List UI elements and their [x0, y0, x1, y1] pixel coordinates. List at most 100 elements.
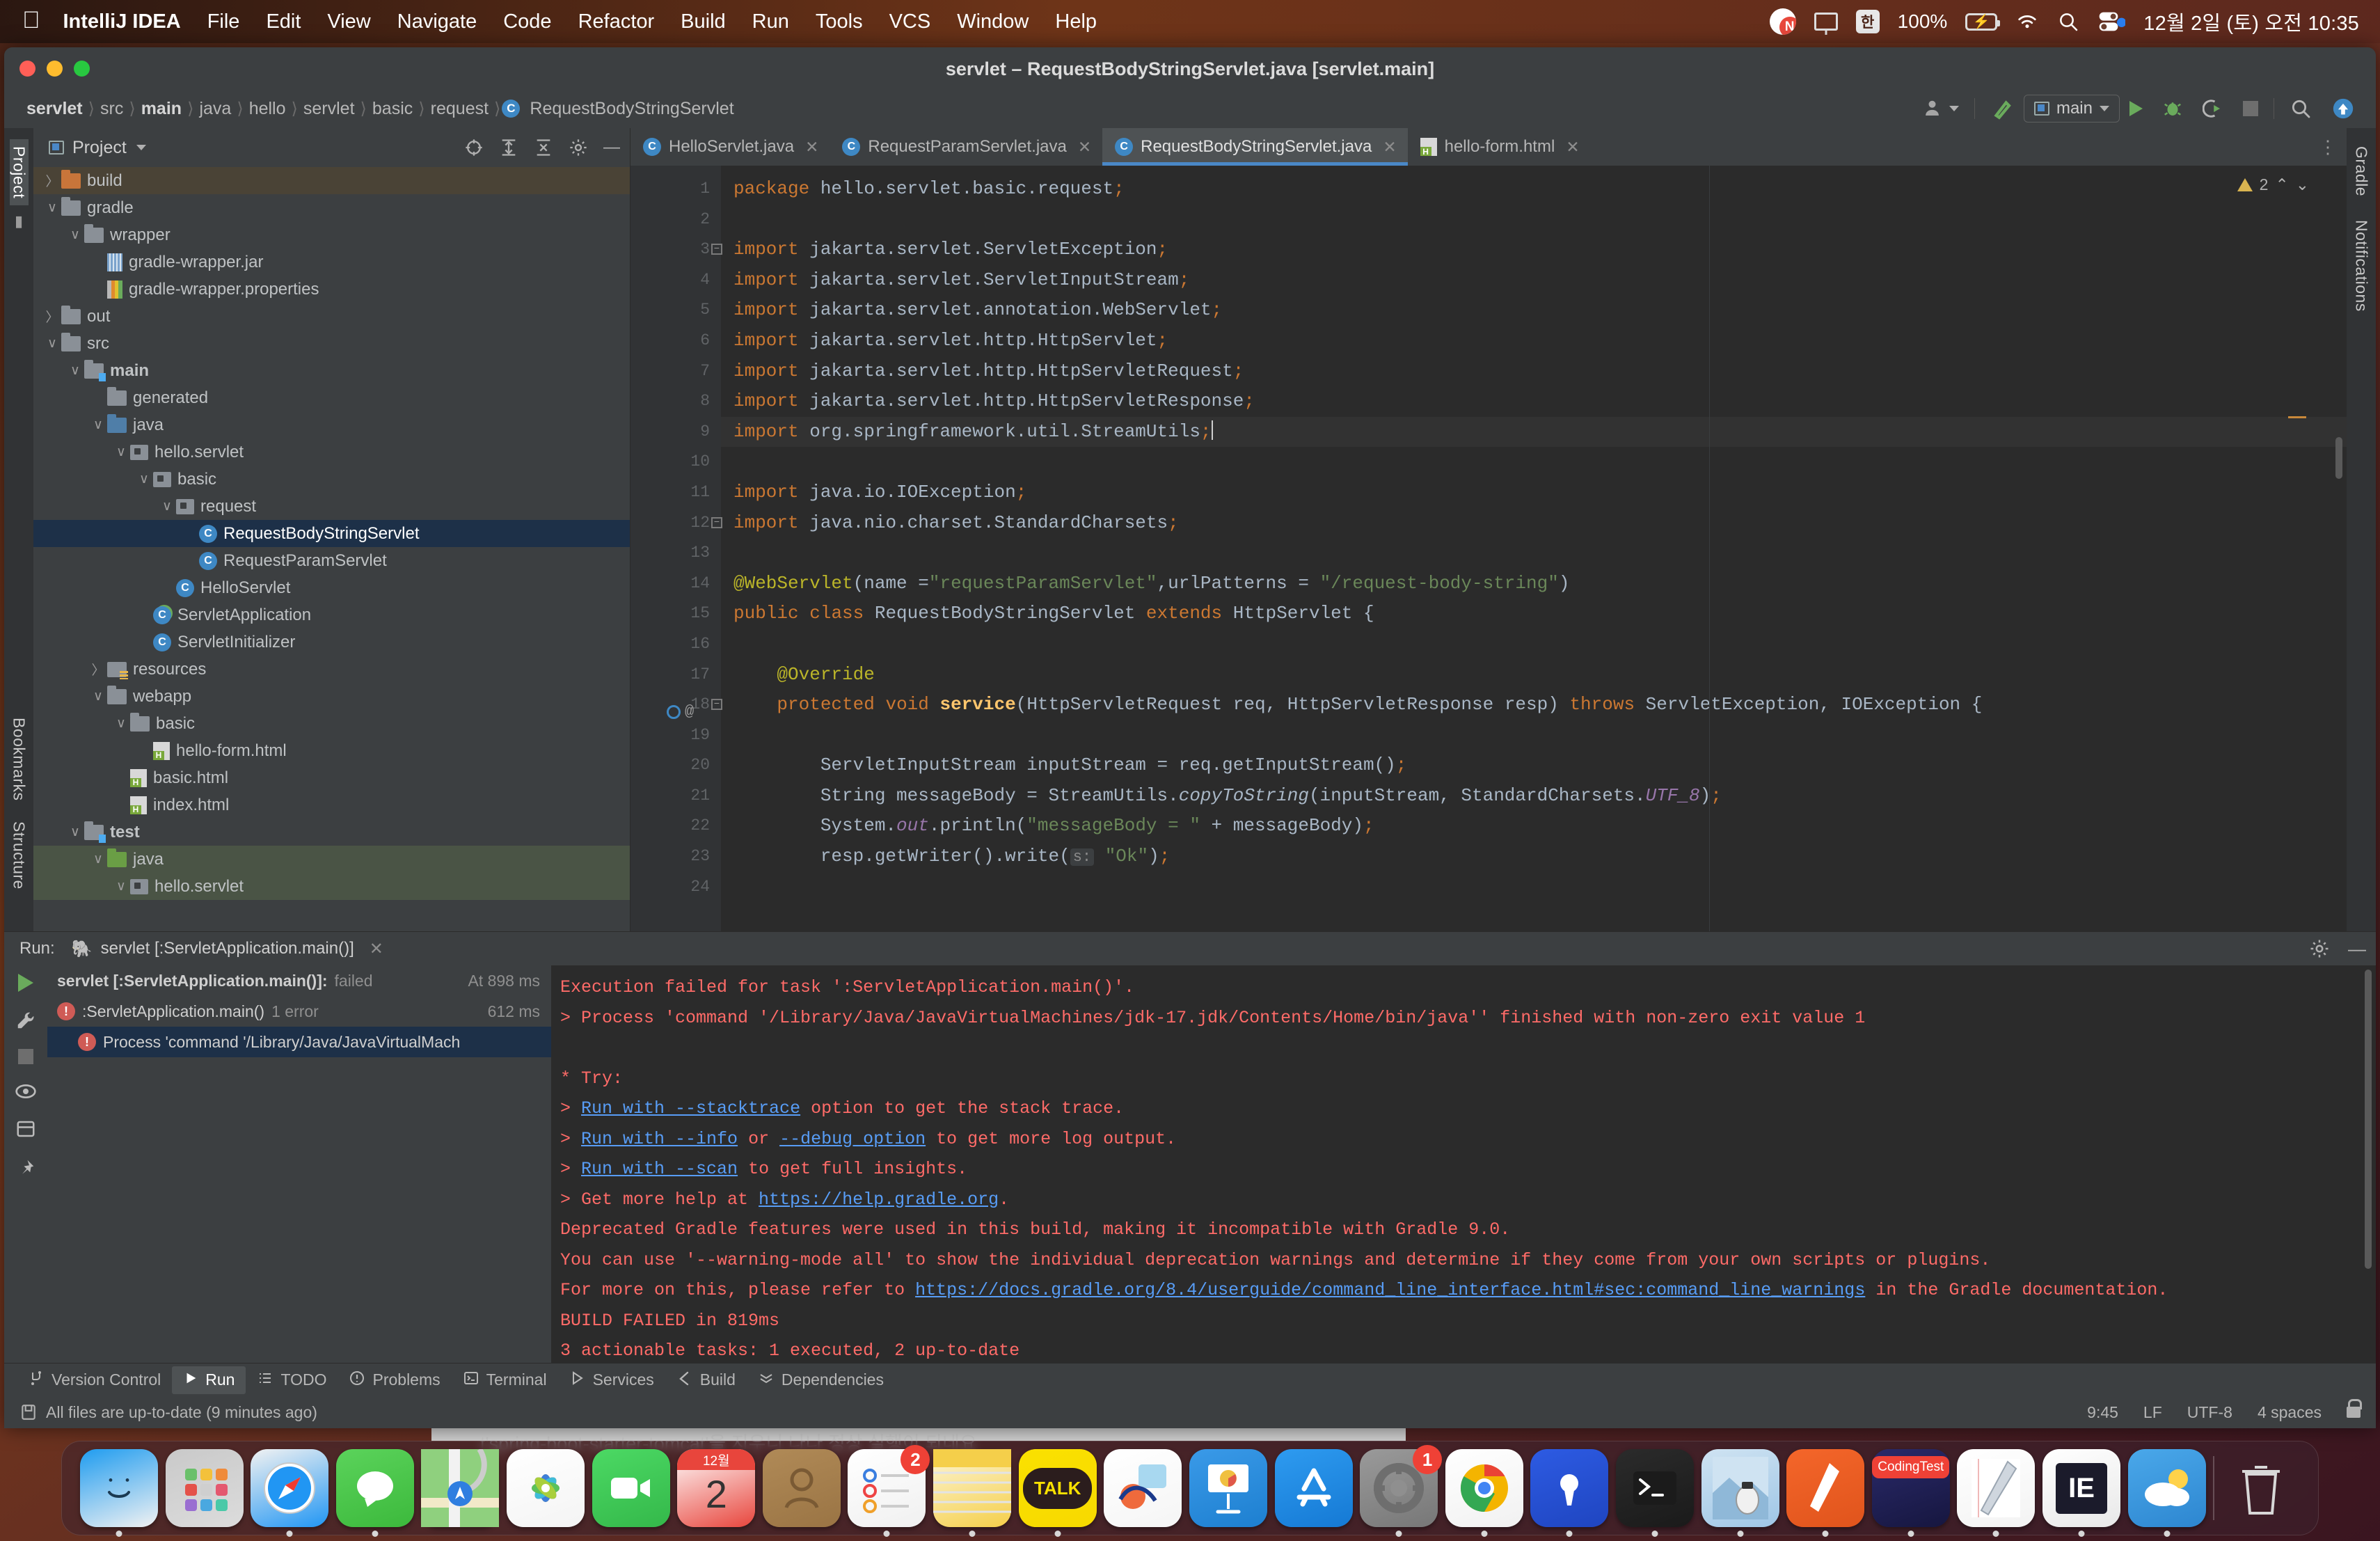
code-line[interactable]: import java.nio.charset.StandardCharsets… — [721, 508, 2347, 539]
code-line[interactable]: String messageBody = StreamUtils.copyToS… — [721, 781, 2347, 812]
freeform-icon[interactable] — [1104, 1449, 1182, 1527]
tree-node[interactable]: ∨ test — [33, 819, 630, 846]
chevron-right-icon[interactable]: 〉 — [43, 171, 61, 190]
inspection-widget[interactable]: 2 ⌃ ⌄ — [2237, 175, 2309, 194]
breadcrumb-basic[interactable]: basic — [368, 99, 417, 119]
code-line[interactable]: public class RequestBodyStringServlet ex… — [721, 599, 2347, 629]
tree-node[interactable]: ∨ main — [33, 357, 630, 384]
console-link[interactable]: Run with --info — [581, 1129, 738, 1149]
close-tab-icon[interactable]: ✕ — [1566, 138, 1579, 157]
search-everywhere-button[interactable] — [2280, 97, 2322, 120]
code-line[interactable] — [721, 720, 2347, 751]
sketch-pen-icon[interactable] — [1786, 1449, 1865, 1537]
locate-icon[interactable] — [464, 138, 484, 157]
chevron-up-icon[interactable]: ⌃ — [2275, 175, 2288, 194]
notability-icon[interactable] — [1957, 1449, 2036, 1537]
menu-item-run[interactable]: Run — [739, 10, 802, 33]
code-line[interactable] — [721, 205, 2347, 235]
editor-tab-options[interactable]: ⋮ — [2319, 128, 2347, 166]
breadcrumb-servlet-pkg[interactable]: servlet — [299, 99, 359, 119]
tree-node[interactable]: ∨ webapp — [33, 683, 630, 710]
console-link[interactable]: https://help.gradle.org — [759, 1190, 999, 1210]
run-tree-row[interactable]: !:ServletApplication.main() 1 error 612 ms — [47, 996, 551, 1027]
pin-icon[interactable] — [15, 1157, 36, 1178]
tree-node[interactable]: ∨ src — [33, 330, 630, 357]
trash-icon[interactable] — [2222, 1449, 2300, 1527]
menu-item-edit[interactable]: Edit — [253, 10, 314, 33]
reminders-icon[interactable]: 2 — [848, 1445, 930, 1537]
breadcrumb-hello[interactable]: hello — [245, 99, 290, 119]
stop-icon[interactable] — [18, 1049, 33, 1064]
breadcrumb-file[interactable]: RequestBodyStringServlet — [525, 99, 738, 119]
code-line[interactable]: package hello.servlet.basic.request; — [721, 174, 2347, 205]
chevron-down-icon[interactable]: ∨ — [112, 716, 130, 732]
tree-node[interactable]: index.html — [33, 791, 630, 819]
code-line[interactable]: import jakarta.servlet.http.HttpServletR… — [721, 386, 2347, 417]
editor-tab[interactable]: C RequestParamServlet.java ✕ — [830, 128, 1102, 166]
wifi-icon[interactable] — [2015, 13, 2039, 31]
unlocked-icon[interactable] — [2347, 1399, 2362, 1418]
tree-node[interactable]: C RequestParamServlet — [33, 547, 630, 574]
code-line[interactable]: protected void service(HttpServletReques… — [721, 690, 2347, 720]
input-source-icon[interactable]: 한 — [1855, 10, 1880, 33]
tree-node[interactable]: basic.html — [33, 764, 630, 791]
keynote-icon[interactable] — [1189, 1449, 1267, 1527]
terminal-icon[interactable] — [1615, 1449, 1694, 1537]
commit-icon[interactable]: ▮ — [15, 212, 23, 230]
maps-icon[interactable] — [421, 1449, 500, 1527]
run-with-coverage-button[interactable] — [2193, 98, 2233, 119]
chevron-down-icon[interactable]: ∨ — [66, 363, 84, 379]
code-line[interactable]: @Override — [721, 660, 2347, 690]
menu-item-navigate[interactable]: Navigate — [384, 10, 490, 33]
chevron-down-icon[interactable]: ∨ — [135, 471, 153, 487]
code-line[interactable] — [721, 629, 2347, 660]
close-icon[interactable]: ✕ — [370, 939, 383, 959]
tree-node[interactable]: 〉 build — [33, 167, 630, 194]
tool-window-button[interactable]: Terminal — [452, 1366, 558, 1395]
chevron-down-icon[interactable]: ∨ — [112, 444, 130, 460]
tree-node[interactable]: ∨ hello.servlet — [33, 438, 630, 466]
settings-gear-icon[interactable] — [2309, 938, 2330, 959]
preview-icon[interactable] — [1701, 1449, 1779, 1537]
account-icon[interactable] — [1914, 98, 1969, 119]
naver-icon[interactable] — [1769, 8, 1796, 35]
chevron-down-icon[interactable]: ∨ — [66, 227, 84, 243]
tool-window-button[interactable]: Services — [558, 1366, 665, 1395]
kakaotalk-icon[interactable]: TALK — [1018, 1449, 1097, 1537]
contacts-icon[interactable] — [762, 1449, 841, 1527]
code-line[interactable] — [721, 872, 2347, 903]
chevron-down-icon[interactable]: ∨ — [66, 824, 84, 840]
console-scrollbar[interactable] — [2365, 970, 2372, 1335]
tree-node[interactable]: ∨ gradle — [33, 194, 630, 221]
menu-item-build[interactable]: Build — [667, 10, 739, 33]
tool-window-button[interactable]: Version Control — [17, 1366, 172, 1395]
run-tree-row[interactable]: servlet [:ServletApplication.main()]: fai… — [47, 965, 551, 996]
file-encoding[interactable]: UTF-8 — [2187, 1403, 2232, 1422]
spotlight-search-icon[interactable] — [2057, 10, 2079, 33]
chevron-down-icon[interactable]: ∨ — [43, 200, 61, 216]
editor-gutter[interactable]: 1 2 3− 4 5 6 7 8 9 10 11 12− 13 14 15 16 17 18− @ 19 20 21 22 2… — [630, 166, 722, 931]
control-center-icon[interactable] — [2097, 10, 2126, 33]
close-tab-icon[interactable]: ✕ — [1078, 138, 1091, 157]
tool-window-button[interactable]: Dependencies — [747, 1366, 895, 1395]
layout-icon[interactable] — [15, 1119, 36, 1139]
rail-button-notifications[interactable]: Notifications — [2352, 213, 2371, 319]
chevron-right-icon[interactable]: 〉 — [43, 307, 61, 326]
menu-item-file[interactable]: File — [194, 10, 253, 33]
tree-node[interactable]: ∨ wrapper — [33, 221, 630, 248]
menu-item-vcs[interactable]: VCS — [876, 10, 944, 33]
stop-button[interactable] — [2233, 101, 2268, 116]
editor-tab[interactable]: C RequestBodyStringServlet.java ✕ — [1102, 128, 1409, 166]
code-line[interactable]: import jakarta.servlet.annotation.WebSer… — [721, 295, 2347, 326]
debug-button[interactable] — [2152, 98, 2193, 119]
chevron-down-icon[interactable] — [136, 145, 146, 150]
chevron-down-icon[interactable]: ∨ — [89, 417, 107, 433]
rail-button-bookmarks[interactable]: Bookmarks — [10, 711, 29, 808]
chevron-down-icon[interactable]: ∨ — [112, 878, 130, 894]
run-session-tab[interactable]: 🐘 servlet [:ServletApplication.main()] ✕ — [72, 939, 383, 959]
calendar-icon[interactable]: 2 12월 — [677, 1449, 756, 1527]
settings-gear-icon[interactable] — [569, 138, 588, 157]
hide-panel-icon[interactable]: — — [603, 138, 620, 157]
menu-item-code[interactable]: Code — [490, 10, 564, 33]
error-stripe-mark[interactable] — [2288, 416, 2306, 418]
